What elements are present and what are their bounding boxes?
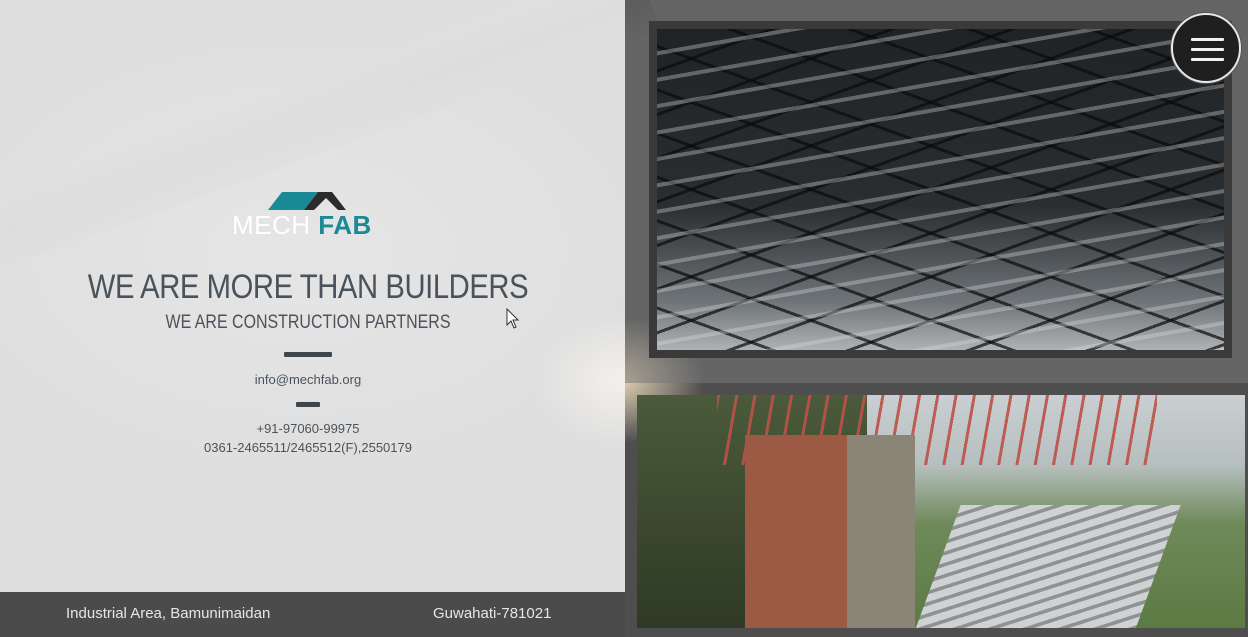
hero-subline: WE ARE CONSTRUCTION PARTNERS [165, 312, 451, 333]
photo-stadium-construction[interactable] [637, 395, 1245, 628]
divider-bar-small [296, 402, 320, 407]
mouse-cursor-icon [506, 308, 520, 329]
roof-logo-icon [268, 192, 346, 210]
hero-headline: WE ARE MORE THAN BUILDERS [87, 268, 529, 306]
logo-word-mech: MECH [232, 210, 311, 240]
logo-word-fab: FAB [318, 210, 372, 240]
contact-phone-mobile[interactable]: +91-97060-99975 [0, 421, 616, 436]
contact-email[interactable]: info@mechfab.org [0, 372, 616, 387]
address-line-1: Industrial Area, Bamunimaidan [66, 605, 271, 622]
hamburger-menu-icon-line [1191, 38, 1224, 41]
address-line-2: Guwahati-781021 [433, 605, 552, 622]
mechfab-logo[interactable]: MECH FAB [232, 190, 382, 240]
photo-steel-roof-structure[interactable] [649, 21, 1232, 358]
hamburger-menu-icon-line [1191, 48, 1224, 51]
hero-panel: MECH FAB WE ARE MORE THAN BUILDERS WE AR… [0, 0, 625, 592]
contact-phone-landline[interactable]: 0361-2465511/2465512(F),2550179 [0, 440, 616, 455]
hamburger-menu-icon-line [1191, 58, 1224, 61]
address-bar: Industrial Area, Bamunimaidan Guwahati-7… [0, 592, 625, 637]
photo-brick-building [745, 435, 915, 628]
hamburger-menu-button[interactable] [1171, 13, 1241, 83]
photo-concrete-stands [913, 505, 1181, 628]
logo-text: MECH FAB [232, 210, 382, 241]
photo-steel-roof-image [657, 29, 1224, 350]
divider-bar [284, 352, 332, 357]
